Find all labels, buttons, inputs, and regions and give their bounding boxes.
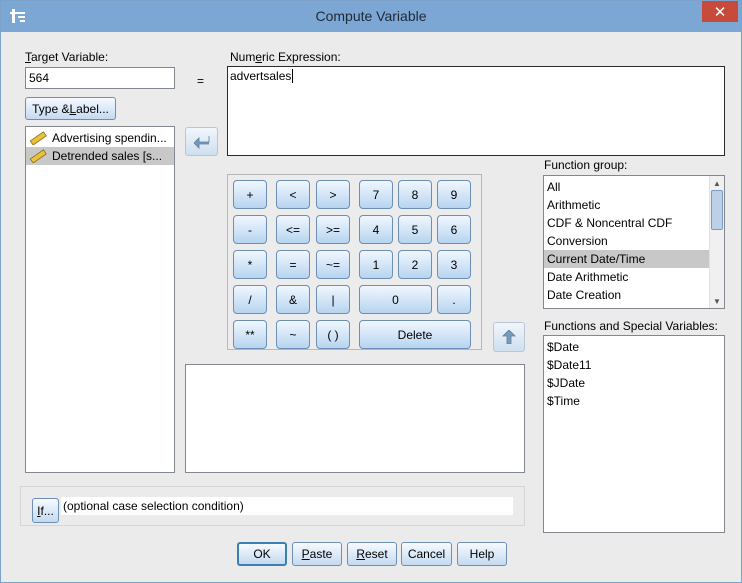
window-title: Compute Variable (315, 8, 427, 24)
left-arrow-icon (193, 135, 209, 149)
variable-item[interactable]: Detrended sales [s... (26, 147, 174, 165)
function-group-item[interactable]: Conversion (544, 232, 709, 250)
keypad-key[interactable]: 0 (359, 285, 432, 314)
variable-label: Advertising spendin... (52, 131, 167, 145)
function-group-item[interactable]: Date Extraction (544, 304, 709, 308)
keypad-key[interactable]: ~ (276, 320, 310, 349)
keypad-key[interactable]: 8 (398, 180, 432, 209)
function-description-area (185, 364, 525, 473)
close-button[interactable]: ✕ (702, 1, 738, 22)
numeric-expression-label: Numeric Expression: (230, 50, 341, 64)
numeric-expression-textarea[interactable]: advertsales (227, 66, 725, 156)
keypad-key[interactable]: 6 (437, 215, 471, 244)
keypad-key[interactable]: = (276, 250, 310, 279)
if-condition-text: (optional case selection condition) (61, 497, 513, 515)
paste-button[interactable]: Paste (292, 542, 342, 566)
target-variable-label: Target Variable: (25, 50, 109, 64)
if-condition-panel: If... (optional case selection condition… (20, 486, 525, 526)
variable-list[interactable]: Advertising spendin... Detrended sales [s… (25, 126, 175, 473)
function-group-item[interactable]: Date Arithmetic (544, 268, 709, 286)
ruler-icon (29, 131, 47, 145)
keypad-key[interactable]: 2 (398, 250, 432, 279)
function-group-scrollbar[interactable]: ▲ ▼ (709, 176, 724, 308)
cancel-button[interactable]: Cancel (401, 542, 452, 566)
keypad-key[interactable]: / (233, 285, 267, 314)
keypad-key[interactable]: > (316, 180, 350, 209)
ok-button[interactable]: OK (237, 542, 287, 566)
move-variable-button[interactable] (185, 127, 218, 156)
help-button[interactable]: Help (457, 542, 507, 566)
title-bar: Compute Variable ✕ (1, 1, 741, 32)
function-item[interactable]: $JDate (544, 374, 724, 392)
scroll-thumb[interactable] (711, 190, 723, 230)
keypad-key[interactable]: < (276, 180, 310, 209)
equals-sign: = (197, 74, 205, 88)
scroll-up-icon[interactable]: ▲ (710, 176, 724, 190)
keypad-key[interactable]: >= (316, 215, 350, 244)
reset-button[interactable]: Reset (347, 542, 397, 566)
type-label-button[interactable]: Type & Label... (25, 97, 116, 120)
keypad-key[interactable]: . (437, 285, 471, 314)
function-group-item[interactable]: All (544, 178, 709, 196)
function-group-item[interactable]: CDF & Noncentral CDF (544, 214, 709, 232)
ruler-icon (29, 149, 47, 163)
function-group-item[interactable]: Date Creation (544, 286, 709, 304)
keypad-key[interactable]: 1 (359, 250, 393, 279)
keypad-key[interactable]: 4 (359, 215, 393, 244)
keypad-key[interactable]: Delete (359, 320, 471, 349)
compute-variable-dialog: Compute Variable ✕ Target Variable: 564 … (0, 0, 742, 583)
keypad-key[interactable]: 7 (359, 180, 393, 209)
function-item[interactable]: $Date11 (544, 356, 724, 374)
variable-item[interactable]: Advertising spendin... (26, 129, 174, 147)
functions-label: Functions and Special Variables: (544, 319, 718, 333)
keypad-key[interactable]: ( ) (316, 320, 350, 349)
move-function-button[interactable] (493, 322, 525, 352)
keypad-key[interactable]: ~= (316, 250, 350, 279)
target-variable-input[interactable]: 564 (25, 67, 175, 89)
close-icon: ✕ (713, 3, 727, 21)
keypad-key[interactable]: | (316, 285, 350, 314)
calculator-keypad: + < >7 8 9 - <= >= 4 5 6 * = ~= 1 2 3 /& | 0. ** ~( ) Delete (227, 174, 482, 350)
up-arrow-icon (502, 330, 516, 344)
scroll-down-icon[interactable]: ▼ (710, 294, 724, 308)
variable-label: Detrended sales [s... (52, 149, 163, 163)
if-button[interactable]: If... (32, 498, 59, 523)
keypad-key[interactable]: + (233, 180, 267, 209)
function-group-list[interactable]: All Arithmetic CDF & Noncentral CDF Convers… (543, 175, 725, 309)
function-item[interactable]: $Date (544, 338, 724, 356)
function-group-item[interactable]: Current Date/Time (544, 250, 709, 268)
keypad-key[interactable]: <= (276, 215, 310, 244)
keypad-key[interactable]: 3 (437, 250, 471, 279)
function-item[interactable]: $Time (544, 392, 724, 410)
functions-list[interactable]: $Date $Date11 $JDate $Time (543, 335, 725, 533)
keypad-key[interactable]: * (233, 250, 267, 279)
keypad-key[interactable]: - (233, 215, 267, 244)
function-group-item[interactable]: Arithmetic (544, 196, 709, 214)
function-group-label: Function group: (544, 158, 628, 172)
keypad-key[interactable]: ** (233, 320, 267, 349)
keypad-key[interactable]: 9 (437, 180, 471, 209)
keypad-key[interactable]: & (276, 285, 310, 314)
keypad-key[interactable]: 5 (398, 215, 432, 244)
